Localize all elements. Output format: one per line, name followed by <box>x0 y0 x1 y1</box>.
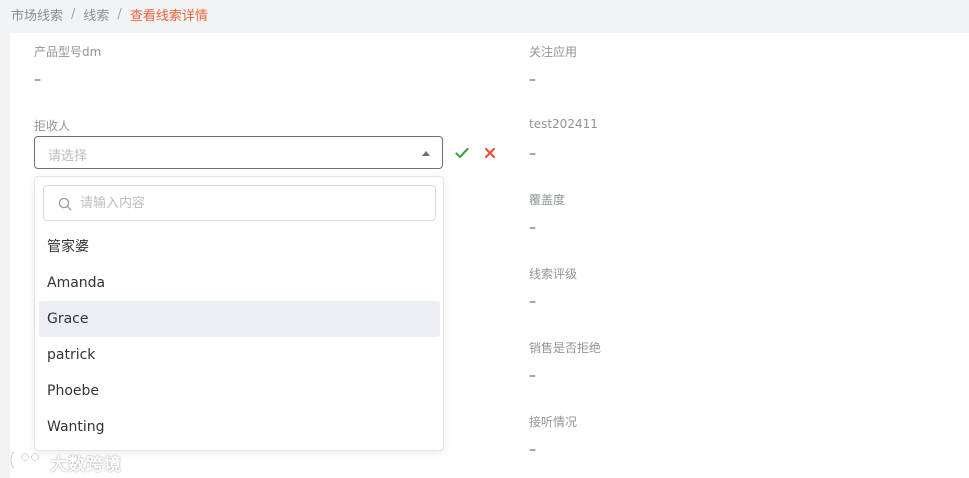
dropdown-search[interactable] <box>43 185 436 221</box>
test-field-value: – <box>529 146 536 162</box>
breadcrumb-item-leads[interactable]: 线索 <box>83 5 109 24</box>
dropdown-option[interactable]: Phoebe <box>39 373 440 409</box>
rejector-select[interactable]: 请选择 <box>34 136 443 169</box>
watermark-text: 大数跨境 <box>50 454 122 475</box>
dropdown-option-highlighted[interactable]: Grace <box>39 301 440 337</box>
check-icon[interactable] <box>454 145 470 161</box>
breadcrumb-item-market-leads[interactable]: 市场线索 <box>11 5 63 24</box>
watermark-logo-icon <box>8 448 44 476</box>
caret-up-icon <box>422 151 430 156</box>
dropdown-option[interactable]: patrick <box>39 337 440 373</box>
breadcrumb-current: 查看线索详情 <box>129 8 208 24</box>
sales-rejected-label: 销售是否拒绝 <box>529 341 602 355</box>
watermark: 大数跨境 <box>8 448 122 476</box>
breadcrumb: 市场线索 / 线索 / 查看线索详情 <box>11 5 208 24</box>
dropdown-search-input[interactable] <box>80 186 430 220</box>
search-icon <box>58 196 72 211</box>
lead-rating-label: 线索评级 <box>529 267 578 281</box>
test-field-label: test202411 <box>529 117 598 131</box>
close-icon[interactable] <box>482 145 498 161</box>
breadcrumb-separator: / <box>117 6 122 22</box>
coverage-label: 覆盖度 <box>529 193 566 207</box>
detail-card: 产品型号dm – 拒收人 请选择 管家婆 Amanda Grace <box>10 33 969 478</box>
lead-rating-value: – <box>529 294 536 310</box>
coverage-value: – <box>529 220 536 236</box>
dropdown-option[interactable]: Amanda <box>39 265 440 301</box>
product-model-value: – <box>34 72 41 88</box>
follow-app-value: – <box>529 72 536 88</box>
breadcrumb-separator: / <box>71 6 76 22</box>
sales-rejected-value: – <box>529 368 536 384</box>
dropdown-option[interactable]: Wanting <box>39 409 440 445</box>
dropdown-option[interactable]: 管家婆 <box>39 229 440 265</box>
rejector-dropdown: 管家婆 Amanda Grace patrick Phoebe Wanting <box>34 176 444 451</box>
answer-status-value: – <box>529 442 536 458</box>
product-model-label: 产品型号dm <box>34 45 102 59</box>
answer-status-label: 接听情况 <box>529 415 578 429</box>
rejector-select-placeholder: 请选择 <box>48 149 88 164</box>
rejector-label: 拒收人 <box>34 119 71 133</box>
follow-app-label: 关注应用 <box>529 45 578 59</box>
